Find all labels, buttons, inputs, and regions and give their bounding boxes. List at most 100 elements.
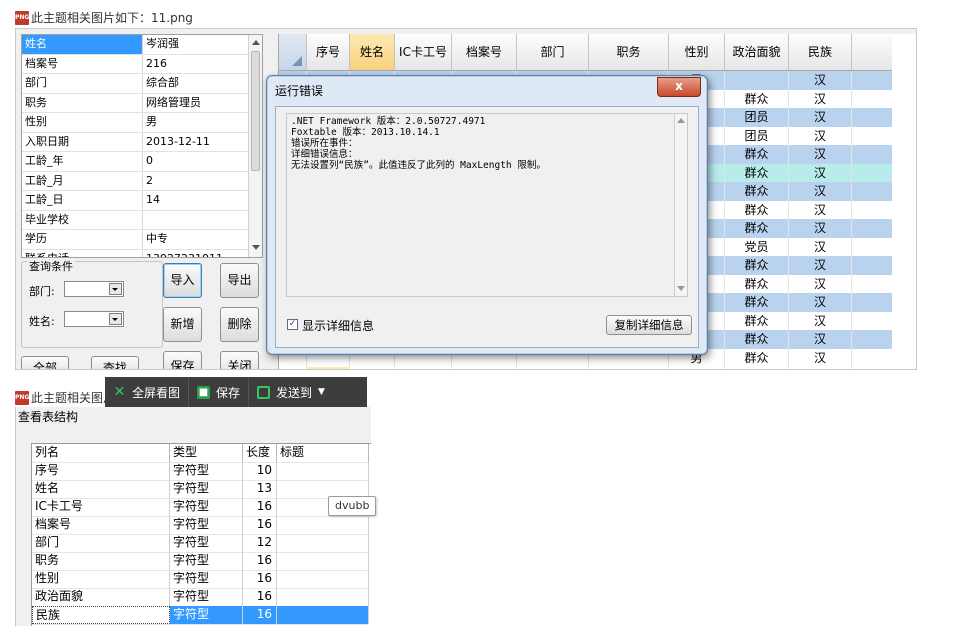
copy-detail-button[interactable]: 复制详细信息 [606, 315, 692, 335]
column-length-cell[interactable]: 16 [243, 498, 277, 516]
column-type-cell[interactable]: 字符型 [170, 480, 243, 498]
political-cell[interactable]: 群众 [725, 182, 789, 201]
export-button[interactable]: 导出 [220, 263, 259, 298]
scroll-down-icon[interactable] [252, 245, 260, 250]
find-button[interactable]: 查找 [91, 356, 139, 369]
structure-column-header[interactable]: 类型 [170, 444, 243, 462]
column-header[interactable]: 姓名 [350, 34, 395, 70]
property-value[interactable]: 216 [143, 55, 248, 74]
ethnic-cell[interactable]: 汉 [789, 182, 852, 201]
column-type-cell[interactable]: 字符型 [170, 516, 243, 534]
send-to-button[interactable]: 发送到 ▼ [249, 377, 333, 407]
dept-cell[interactable]: 综合部 [517, 367, 589, 369]
property-scrollbar[interactable] [248, 35, 262, 257]
property-row[interactable]: 工龄_月 2 [22, 171, 248, 191]
scroll-thumb[interactable] [251, 51, 260, 171]
close-icon[interactable]: x [657, 77, 701, 97]
seq-cell[interactable]: 16 [307, 367, 350, 369]
ethnic-cell[interactable]: 汉 [789, 71, 852, 90]
close-button[interactable]: 关闭 [220, 351, 259, 369]
property-value[interactable] [143, 211, 248, 230]
political-cell[interactable]: 党员 [725, 237, 789, 256]
table-row[interactable]: 档案号 字符型 16 [32, 516, 369, 535]
column-header[interactable]: 序号 [307, 34, 350, 70]
column-name-cell[interactable]: 民族 [32, 606, 170, 624]
property-row[interactable]: 档案号 216 [22, 54, 248, 74]
column-name-cell[interactable]: IC卡工号 [32, 498, 170, 516]
table-row[interactable]: 部门 字符型 12 [32, 534, 369, 553]
ethnic-cell[interactable]: 汉 [789, 200, 852, 219]
ethnic-cell[interactable]: 汉 [789, 145, 852, 164]
property-value[interactable]: 网络管理员 [143, 94, 248, 113]
column-name-cell[interactable]: 序号 [32, 462, 170, 480]
scroll-up-icon[interactable] [252, 40, 260, 45]
property-row[interactable]: 毕业学校 [22, 210, 248, 230]
ethnic-cell[interactable]: 汉 [789, 348, 852, 367]
chevron-down-icon[interactable] [109, 283, 122, 295]
political-cell[interactable] [725, 71, 789, 90]
ethnic-cell[interactable]: 汉 [789, 330, 852, 349]
column-type-cell[interactable]: 字符型 [170, 462, 243, 480]
structure-grid[interactable]: 列名 类型 长度 标题 序号 字符型 10 姓名 字符型 13 IC卡工号 字符型 16 档案号 字符型 16… [31, 443, 371, 626]
grid-cell[interactable] [725, 367, 789, 369]
column-length-cell[interactable]: 16 [243, 552, 277, 570]
fullscreen-button[interactable]: ✕ 全屏看图 [105, 377, 190, 407]
column-type-cell[interactable]: 字符型 [170, 570, 243, 588]
error-text-scrollbar[interactable] [674, 114, 687, 296]
save-button[interactable]: 保存 [163, 351, 202, 369]
column-length-cell[interactable]: 13 [243, 480, 277, 498]
table-row[interactable]: 职务 字符型 16 [32, 552, 369, 571]
column-name-cell[interactable]: 档案号 [32, 516, 170, 534]
property-value[interactable]: 2013-12-11 [143, 133, 248, 152]
column-header[interactable]: 档案号 [452, 34, 517, 70]
property-value[interactable]: 综合部 [143, 74, 248, 93]
ethnic-cell[interactable]: 汉 [789, 274, 852, 293]
political-cell[interactable]: 群众 [725, 89, 789, 108]
column-length-cell[interactable]: 16 [243, 588, 277, 606]
import-button[interactable]: 导入 [163, 263, 202, 298]
political-cell[interactable]: 群众 [725, 200, 789, 219]
table-row[interactable]: IC卡工号 字符型 16 [32, 498, 369, 517]
political-cell[interactable]: 群众 [725, 274, 789, 293]
name-cell[interactable]: 陆锦枝 [350, 367, 395, 369]
column-name-cell[interactable]: 政治面貌 [32, 588, 170, 606]
column-type-cell[interactable]: 字符型 [170, 588, 243, 606]
property-row[interactable]: 性别男 [22, 113, 248, 133]
political-cell[interactable]: 团员 [725, 126, 789, 145]
political-cell[interactable]: 群众 [725, 293, 789, 312]
political-cell[interactable]: 群众 [725, 145, 789, 164]
column-header[interactable]: IC卡工号 [395, 34, 452, 70]
property-value[interactable]: 男 [143, 113, 248, 132]
property-row[interactable]: 工龄_日 14 [22, 191, 248, 211]
table-row[interactable]: 姓名 字符型 13 [32, 480, 369, 499]
property-row[interactable]: 联系电话 13927231011 [22, 249, 248, 257]
ethnic-cell[interactable]: 汉 [789, 89, 852, 108]
column-title-cell[interactable] [277, 570, 369, 588]
archive-cell[interactable]: 220 [452, 367, 517, 369]
property-value[interactable]: 2 [143, 172, 248, 191]
ethnic-cell[interactable]: 汉 [789, 108, 852, 127]
property-row[interactable]: 入职日期 2013-12-11 [22, 132, 248, 152]
political-cell[interactable]: 群众 [725, 256, 789, 275]
show-detail-checkbox[interactable]: ✓ [287, 319, 298, 330]
table-row[interactable]: 民族 字符型 16 [32, 606, 369, 625]
chevron-down-icon[interactable]: ▼ [318, 387, 325, 397]
political-cell[interactable]: 团员 [725, 108, 789, 127]
title-cell[interactable]: 保安 [589, 367, 669, 369]
table-row[interactable]: 16陆锦枝 220综合部保安 [279, 367, 852, 369]
ethnic-cell[interactable]: 汉 [789, 311, 852, 330]
name-combo[interactable] [64, 311, 124, 327]
column-name-cell[interactable]: 职务 [32, 552, 170, 570]
column-type-cell[interactable]: 字符型 [170, 534, 243, 552]
dept-combo[interactable] [64, 281, 124, 297]
column-name-cell[interactable]: 姓名 [32, 480, 170, 498]
ethnic-cell[interactable]: 汉 [789, 219, 852, 238]
table-row[interactable]: 政治面貌 字符型 16 [32, 588, 369, 607]
scroll-down-icon[interactable] [677, 286, 685, 291]
error-detail-textbox[interactable]: .NET Framework 版本：2.0.50727.4971 Foxtable… [286, 113, 688, 297]
column-title-cell[interactable] [277, 516, 369, 534]
structure-column-header[interactable]: 标题 [277, 444, 369, 462]
column-name-cell[interactable]: 性别 [32, 570, 170, 588]
property-row[interactable]: 部门 综合部 [22, 74, 248, 94]
property-value[interactable]: 岑润强 [143, 35, 248, 54]
